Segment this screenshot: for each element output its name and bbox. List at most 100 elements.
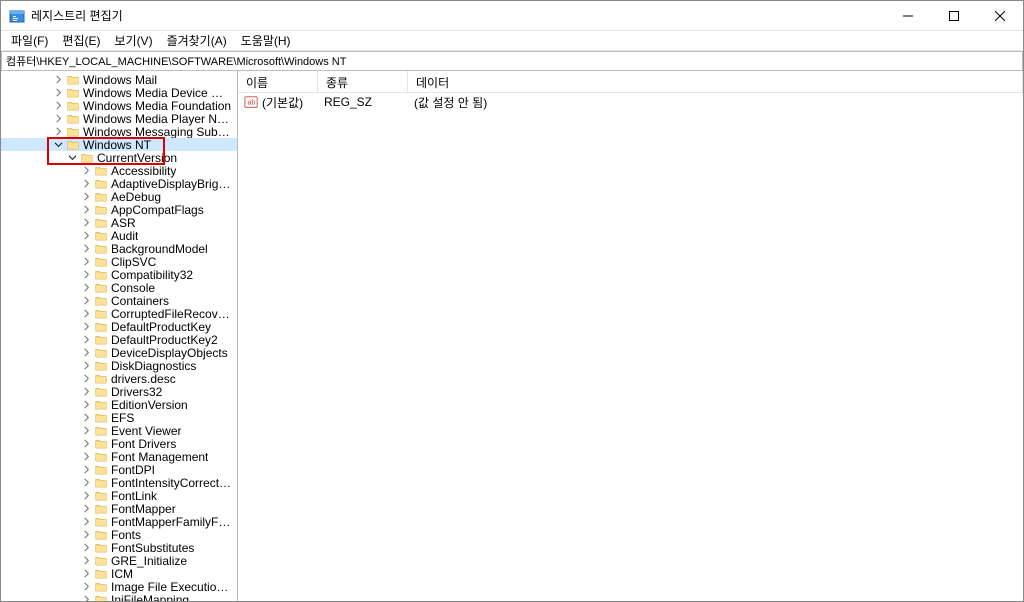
chevron-right-icon[interactable] bbox=[79, 190, 93, 203]
chevron-right-icon[interactable] bbox=[79, 294, 93, 307]
tree-item[interactable]: ASR bbox=[1, 216, 237, 229]
tree-item-label: Audit bbox=[111, 229, 138, 243]
chevron-right-icon[interactable] bbox=[79, 411, 93, 424]
menu-file[interactable]: 파일(F) bbox=[5, 31, 54, 50]
chevron-right-icon[interactable] bbox=[79, 268, 93, 281]
chevron-right-icon[interactable] bbox=[79, 216, 93, 229]
tree-item[interactable]: FontIntensityCorrection bbox=[1, 476, 237, 489]
column-name[interactable]: 이름 bbox=[238, 71, 318, 92]
chevron-right-icon[interactable] bbox=[79, 398, 93, 411]
minimize-button[interactable] bbox=[885, 1, 931, 31]
chevron-right-icon[interactable] bbox=[79, 515, 93, 528]
chevron-right-icon[interactable] bbox=[79, 489, 93, 502]
chevron-right-icon[interactable] bbox=[79, 255, 93, 268]
menu-edit[interactable]: 편집(E) bbox=[56, 31, 106, 50]
tree-item[interactable]: FontSubstitutes bbox=[1, 541, 237, 554]
tree-item[interactable]: FontMapperFamilyFallback bbox=[1, 515, 237, 528]
tree-item[interactable]: CorruptedFileRecovery bbox=[1, 307, 237, 320]
chevron-down-icon[interactable] bbox=[51, 138, 65, 151]
registry-tree: Windows MailWindows Media Device Manager… bbox=[1, 71, 237, 601]
chevron-right-icon[interactable] bbox=[79, 593, 93, 601]
chevron-right-icon[interactable] bbox=[79, 554, 93, 567]
tree-item[interactable]: GRE_Initialize bbox=[1, 554, 237, 567]
chevron-down-icon[interactable] bbox=[65, 151, 79, 164]
menu-favorites[interactable]: 즐겨찾기(A) bbox=[161, 31, 233, 50]
tree-item[interactable]: EditionVersion bbox=[1, 398, 237, 411]
chevron-right-icon[interactable] bbox=[79, 437, 93, 450]
tree-item[interactable]: Containers bbox=[1, 294, 237, 307]
tree-item-windows-nt[interactable]: Windows NT bbox=[1, 138, 237, 151]
chevron-right-icon[interactable] bbox=[79, 359, 93, 372]
menu-help[interactable]: 도움말(H) bbox=[235, 31, 297, 50]
chevron-right-icon[interactable] bbox=[79, 372, 93, 385]
chevron-right-icon[interactable] bbox=[79, 203, 93, 216]
tree-item[interactable]: IniFileMapping bbox=[1, 593, 237, 601]
chevron-right-icon[interactable] bbox=[79, 541, 93, 554]
chevron-right-icon[interactable] bbox=[79, 567, 93, 580]
chevron-right-icon[interactable] bbox=[79, 424, 93, 437]
tree-item-currentversion[interactable]: CurrentVersion bbox=[1, 151, 237, 164]
chevron-right-icon[interactable] bbox=[79, 320, 93, 333]
tree-item[interactable]: Fonts bbox=[1, 528, 237, 541]
tree-item[interactable]: Console bbox=[1, 281, 237, 294]
tree-item[interactable]: AdaptiveDisplayBrightness bbox=[1, 177, 237, 190]
tree-item[interactable]: FontMapper bbox=[1, 502, 237, 515]
chevron-right-icon[interactable] bbox=[79, 385, 93, 398]
chevron-right-icon[interactable] bbox=[51, 73, 65, 86]
chevron-right-icon[interactable] bbox=[79, 476, 93, 489]
chevron-right-icon[interactable] bbox=[79, 463, 93, 476]
chevron-right-icon[interactable] bbox=[51, 112, 65, 125]
menu-view[interactable]: 보기(V) bbox=[108, 31, 158, 50]
close-button[interactable] bbox=[977, 1, 1023, 31]
tree-item[interactable]: AeDebug bbox=[1, 190, 237, 203]
folder-icon bbox=[65, 112, 81, 125]
chevron-right-icon[interactable] bbox=[79, 502, 93, 515]
tree-item[interactable]: BackgroundModel bbox=[1, 242, 237, 255]
tree-item[interactable]: AppCompatFlags bbox=[1, 203, 237, 216]
tree-item[interactable]: DefaultProductKey2 bbox=[1, 333, 237, 346]
tree-item[interactable]: Image File Execution Options bbox=[1, 580, 237, 593]
tree-item[interactable]: DeviceDisplayObjects bbox=[1, 346, 237, 359]
chevron-right-icon[interactable] bbox=[79, 450, 93, 463]
chevron-right-icon[interactable] bbox=[51, 86, 65, 99]
tree-item[interactable]: Windows Media Foundation bbox=[1, 99, 237, 112]
tree-item[interactable]: DefaultProductKey bbox=[1, 320, 237, 333]
tree-item[interactable]: ClipSVC bbox=[1, 255, 237, 268]
chevron-right-icon[interactable] bbox=[79, 528, 93, 541]
folder-icon bbox=[93, 372, 109, 385]
chevron-right-icon[interactable] bbox=[79, 281, 93, 294]
tree-item[interactable]: FontLink bbox=[1, 489, 237, 502]
chevron-right-icon[interactable] bbox=[79, 580, 93, 593]
tree-item[interactable]: drivers.desc bbox=[1, 372, 237, 385]
tree-item[interactable]: Compatibility32 bbox=[1, 268, 237, 281]
address-bar[interactable]: 컴퓨터\HKEY_LOCAL_MACHINE\SOFTWARE\Microsof… bbox=[1, 51, 1023, 71]
tree-item[interactable]: Windows Media Device Manager bbox=[1, 86, 237, 99]
chevron-right-icon[interactable] bbox=[79, 164, 93, 177]
tree-item[interactable]: Windows Mail bbox=[1, 73, 237, 86]
chevron-right-icon[interactable] bbox=[79, 177, 93, 190]
tree-item[interactable]: DiskDiagnostics bbox=[1, 359, 237, 372]
chevron-right-icon[interactable] bbox=[79, 229, 93, 242]
chevron-right-icon[interactable] bbox=[79, 307, 93, 320]
tree-item[interactable]: EFS bbox=[1, 411, 237, 424]
tree-item[interactable]: Font Drivers bbox=[1, 437, 237, 450]
chevron-right-icon[interactable] bbox=[51, 99, 65, 112]
chevron-right-icon[interactable] bbox=[79, 346, 93, 359]
tree-item[interactable]: Drivers32 bbox=[1, 385, 237, 398]
list-item[interactable]: ab(기본값)REG_SZ(값 설정 안 됨) bbox=[238, 93, 1023, 111]
tree-item[interactable]: ICM bbox=[1, 567, 237, 580]
column-data[interactable]: 데이터 bbox=[408, 71, 1023, 92]
tree-pane[interactable]: Windows MailWindows Media Device Manager… bbox=[1, 71, 238, 601]
tree-item[interactable]: FontDPI bbox=[1, 463, 237, 476]
maximize-button[interactable] bbox=[931, 1, 977, 31]
tree-item[interactable]: Audit bbox=[1, 229, 237, 242]
tree-item[interactable]: Windows Media Player NSS bbox=[1, 112, 237, 125]
tree-item[interactable]: Accessibility bbox=[1, 164, 237, 177]
chevron-right-icon[interactable] bbox=[51, 125, 65, 138]
column-type[interactable]: 종류 bbox=[318, 71, 408, 92]
tree-item[interactable]: Event Viewer bbox=[1, 424, 237, 437]
chevron-right-icon[interactable] bbox=[79, 242, 93, 255]
chevron-right-icon[interactable] bbox=[79, 333, 93, 346]
tree-item[interactable]: Font Management bbox=[1, 450, 237, 463]
tree-item[interactable]: Windows Messaging Subsystem bbox=[1, 125, 237, 138]
